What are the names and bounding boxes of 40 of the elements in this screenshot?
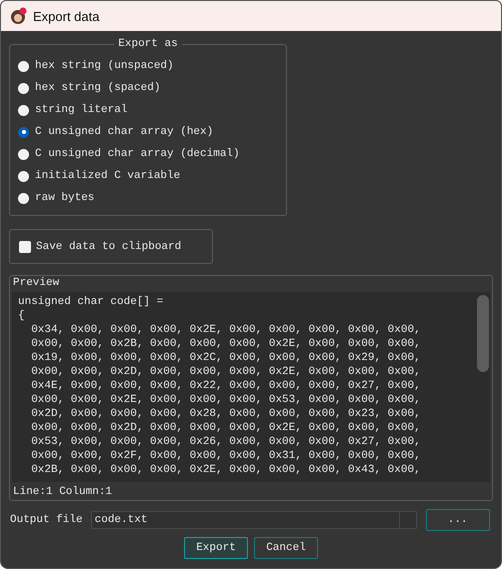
code-line: 0x53, 0x00, 0x00, 0x00, 0x26, 0x00, 0x00, 0x00, 0x27, 0x00, xyxy=(30,435,422,449)
code-line: 0x34, 0x00, 0x00, 0x00, 0x2E, 0x00, 0x00, 0x00, 0x00, 0x00, xyxy=(30,323,422,337)
code-line: unsigned char code[] = xyxy=(18,295,164,309)
output-file-label: Output file xyxy=(10,514,83,526)
radio-button[interactable] xyxy=(18,104,29,116)
format-radio-option[interactable]: initialized C variable xyxy=(18,165,278,187)
radio-button[interactable] xyxy=(18,170,29,182)
radio-button[interactable] xyxy=(18,60,29,72)
format-radio-option[interactable]: C unsigned char array (hex) xyxy=(18,121,278,143)
preview-title: Preview xyxy=(12,276,60,291)
app-icon xyxy=(9,7,27,25)
code-line: 0x2B, 0x00, 0x00, 0x00, 0x2E, 0x00, 0x00, 0x00, 0x43, 0x00, xyxy=(30,463,422,477)
code-line: 0x00, 0x00, 0x2D, 0x00, 0x00, 0x00, 0x2E, 0x00, 0x00, 0x00, xyxy=(30,421,422,435)
format-radio-option[interactable]: raw bytes xyxy=(18,187,278,209)
window-title: Export data xyxy=(33,8,100,24)
code-line: 0x00, 0x00, 0x2D, 0x00, 0x00, 0x00, 0x2E, 0x00, 0x00, 0x00, xyxy=(30,365,422,379)
export-button[interactable]: Export xyxy=(184,537,248,559)
code-line: 0x4E, 0x00, 0x00, 0x00, 0x22, 0x00, 0x00, 0x00, 0x27, 0x00, xyxy=(30,379,422,393)
code-line: 0x19, 0x00, 0x00, 0x00, 0x2C, 0x00, 0x00, 0x00, 0x29, 0x00, xyxy=(30,351,422,365)
code-line: 0x00, 0x00, 0x2B, 0x00, 0x00, 0x00, 0x2E, 0x00, 0x00, 0x00, xyxy=(30,337,422,351)
radio-button[interactable] xyxy=(18,82,29,94)
code-line: 0x2D, 0x00, 0x00, 0x00, 0x28, 0x00, 0x00, 0x00, 0x23, 0x00, xyxy=(30,407,422,421)
clipboard-checkbox-option[interactable]: Save data to clipboard xyxy=(19,240,182,252)
radio-button[interactable] xyxy=(18,148,29,160)
cancel-button[interactable]: Cancel xyxy=(254,537,318,559)
output-file-field[interactable]: code.txt xyxy=(90,511,417,529)
format-radio-option[interactable]: hex string (spaced) xyxy=(18,77,278,99)
scrollbar-thumb[interactable] xyxy=(477,295,489,372)
browse-button[interactable]: ... xyxy=(426,509,490,531)
format-radio-option[interactable]: hex string (unspaced) xyxy=(18,55,278,77)
checkbox[interactable] xyxy=(19,240,31,252)
format-radio-option[interactable]: C unsigned char array (decimal) xyxy=(18,143,278,165)
code-line: { xyxy=(18,309,26,323)
radio-button[interactable] xyxy=(18,192,29,204)
code-line: 0x00, 0x00, 0x2F, 0x00, 0x00, 0x00, 0x31, 0x00, 0x00, 0x00, xyxy=(30,449,422,463)
group-title: Export as xyxy=(114,38,182,50)
cursor-position: Line:1 Column:1 xyxy=(12,485,114,498)
format-radio-option[interactable]: string literal xyxy=(18,99,278,121)
code-line: 0x00, 0x00, 0x2E, 0x00, 0x00, 0x00, 0x53, 0x00, 0x00, 0x00, xyxy=(30,393,422,407)
radio-button[interactable] xyxy=(18,126,29,138)
